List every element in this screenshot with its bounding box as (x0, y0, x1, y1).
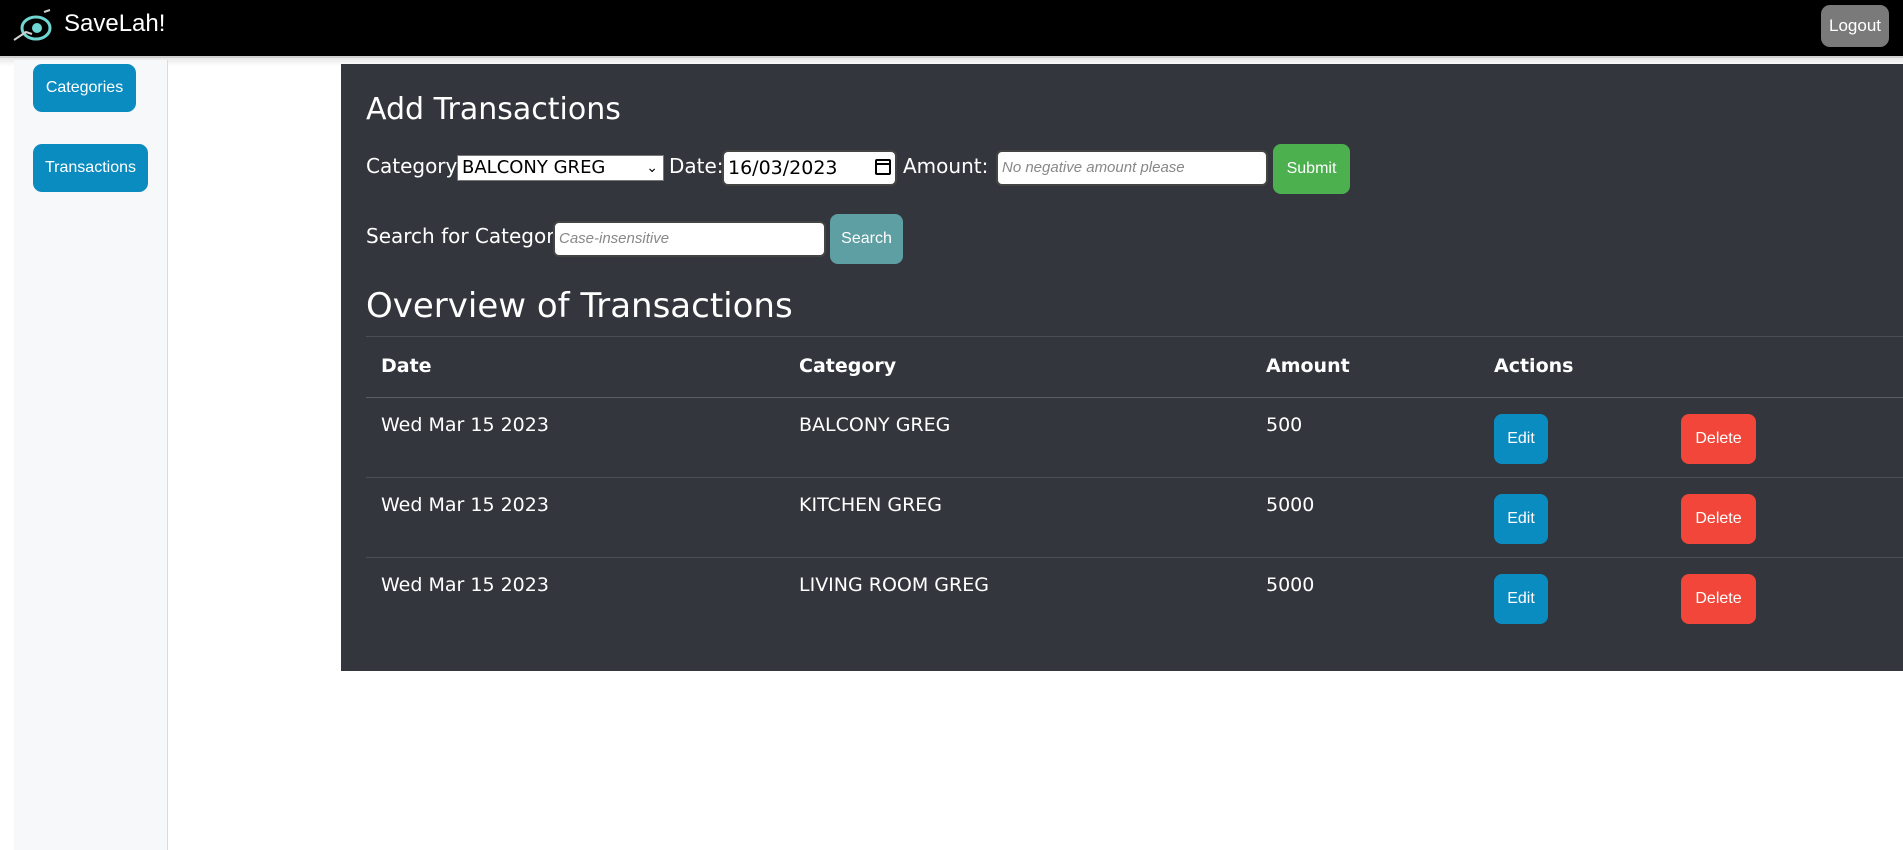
transactions-panel: Add Transactions Category: BALCONY GREG … (341, 64, 1903, 671)
amount-input[interactable]: No negative amount please (996, 150, 1268, 186)
logout-button[interactable]: Logout (1821, 5, 1889, 47)
savelah-logo-icon (13, 9, 52, 41)
amount-placeholder: No negative amount please (1002, 159, 1185, 176)
sidebar: Categories Transactions (14, 60, 168, 850)
column-header-amount: Amount (1266, 355, 1350, 377)
calendar-icon[interactable] (875, 159, 891, 175)
row-amount: 500 (1266, 414, 1303, 436)
delete-button[interactable]: Delete (1681, 574, 1756, 624)
category-select-value: BALCONY GREG (462, 157, 606, 178)
submit-button[interactable]: Submit (1273, 144, 1350, 194)
row-date: Wed Mar 15 2023 (381, 494, 549, 516)
category-label: Category: (366, 154, 463, 178)
top-navbar: SaveLah! Logout (0, 0, 1903, 58)
row-amount: 5000 (1266, 574, 1315, 596)
date-input-value: 16/03/2023 (728, 157, 838, 179)
table-header: Date Category Amount Actions (366, 336, 1903, 398)
column-header-category: Category (799, 355, 897, 377)
table-row: Wed Mar 15 2023 LIVING ROOM GREG 5000 Ed… (366, 558, 1903, 638)
edit-button[interactable]: Edit (1494, 574, 1548, 624)
delete-button[interactable]: Delete (1681, 414, 1756, 464)
sidebar-item-transactions[interactable]: Transactions (33, 144, 148, 192)
amount-label: Amount: $ (903, 154, 1008, 178)
column-header-date: Date (381, 355, 432, 377)
date-input[interactable]: 16/03/2023 (722, 150, 897, 186)
row-date: Wed Mar 15 2023 (381, 574, 549, 596)
brand-name[interactable]: SaveLah! (64, 10, 165, 38)
row-category: BALCONY GREG (799, 414, 951, 436)
column-header-actions: Actions (1494, 355, 1574, 377)
category-select[interactable]: BALCONY GREG ⌄ (457, 155, 664, 181)
transactions-table: Date Category Amount Actions Wed Mar 15 … (366, 336, 1903, 638)
chevron-down-icon: ⌄ (646, 160, 658, 176)
date-label: Date: (669, 154, 724, 178)
add-transactions-title: Add Transactions (366, 92, 621, 127)
delete-button[interactable]: Delete (1681, 494, 1756, 544)
search-label: Search for Category: (366, 224, 572, 248)
row-category: LIVING ROOM GREG (799, 574, 989, 596)
search-placeholder: Case-insensitive (559, 230, 670, 247)
search-input[interactable]: Case-insensitive (553, 221, 826, 257)
search-button[interactable]: Search (830, 214, 903, 264)
table-row: Wed Mar 15 2023 KITCHEN GREG 5000 Edit D… (366, 478, 1903, 558)
table-row: Wed Mar 15 2023 BALCONY GREG 500 Edit De… (366, 398, 1903, 478)
sidebar-item-categories[interactable]: Categories (33, 64, 136, 112)
edit-button[interactable]: Edit (1494, 494, 1548, 544)
row-category: KITCHEN GREG (799, 494, 943, 516)
overview-title: Overview of Transactions (366, 286, 793, 326)
row-date: Wed Mar 15 2023 (381, 414, 549, 436)
row-amount: 5000 (1266, 494, 1315, 516)
edit-button[interactable]: Edit (1494, 414, 1548, 464)
